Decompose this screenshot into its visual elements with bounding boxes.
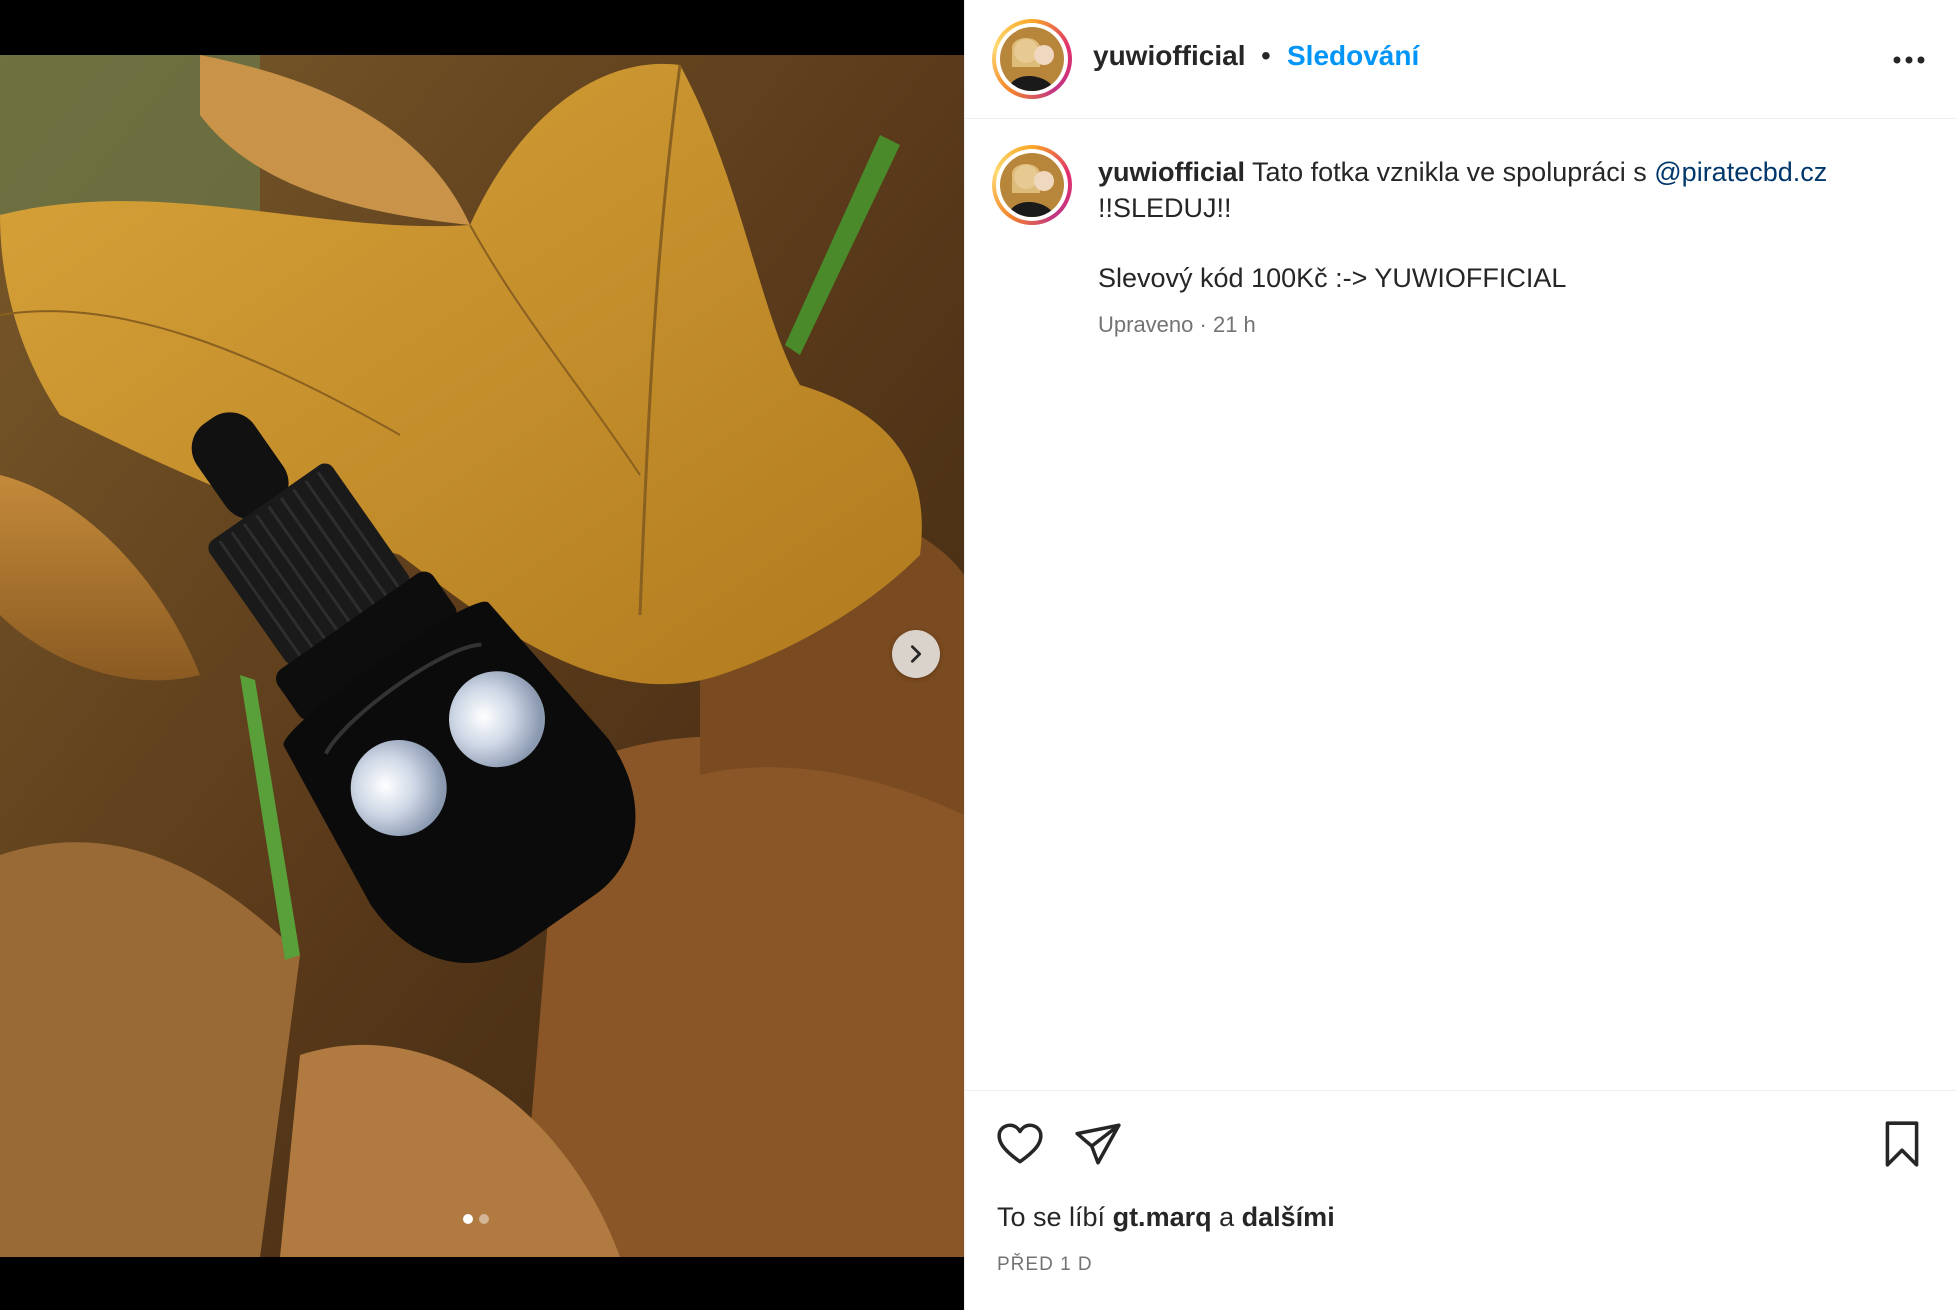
paper-plane-icon[interactable] <box>1073 1119 1123 1169</box>
caption-discount-line: Slevový kód 100Kč :-> YUWIOFFICIAL <box>1098 263 1567 293</box>
follow-button[interactable]: Sledování <box>1287 40 1419 72</box>
likes-summary: To se líbí gt.marq a dalšími <box>997 1202 1335 1233</box>
action-bar <box>965 1090 1957 1167</box>
avatar[interactable] <box>992 19 1072 99</box>
carousel-next-button[interactable] <box>892 630 940 678</box>
bookmark-icon[interactable] <box>1877 1119 1927 1169</box>
caption-body: Tato fotka vznikla ve spolupráci s <box>1252 157 1647 187</box>
heart-icon[interactable] <box>995 1119 1045 1169</box>
avatar-image <box>1000 27 1064 91</box>
post-media <box>0 0 964 1310</box>
caption-mention-link[interactable]: @piratecbd.cz <box>1654 157 1827 187</box>
more-horizontal-icon <box>1893 56 1925 64</box>
more-options-button[interactable] <box>1889 40 1929 80</box>
likes-others-link[interactable]: dalšími <box>1242 1202 1335 1232</box>
post-photo <box>0 55 964 1257</box>
post-modal: yuwiofficial • Sledování yuwiofficial Ta… <box>0 0 1957 1310</box>
carousel-indicator <box>463 1214 489 1224</box>
photo-autumn-leaves-skull-bottle <box>0 55 964 1257</box>
liker-username[interactable]: gt.marq <box>1113 1202 1212 1232</box>
post-sidebar: yuwiofficial • Sledování yuwiofficial Ta… <box>964 0 1957 1310</box>
header-separator: • <box>1261 40 1271 71</box>
caption-username[interactable]: yuwiofficial <box>1098 157 1245 187</box>
caption-line2: !!SLEDUJ!! <box>1098 193 1232 223</box>
caption-avatar[interactable] <box>992 145 1072 225</box>
carousel-dot <box>479 1214 489 1224</box>
post-age[interactable]: 21 h <box>1213 312 1256 337</box>
post-header: yuwiofficial • Sledování <box>965 0 1957 119</box>
meta-dot: · <box>1199 312 1207 337</box>
likes-conj: a <box>1219 1202 1235 1232</box>
chevron-right-icon <box>910 645 922 663</box>
header-username[interactable]: yuwiofficial <box>1093 40 1245 72</box>
caption-meta: Upraveno · 21 h <box>1098 312 1256 338</box>
post-timestamp[interactable]: PŘED 1 D <box>997 1254 1093 1276</box>
avatar-image <box>1000 153 1064 217</box>
edited-label: Upraveno <box>1098 312 1194 337</box>
carousel-dot-active <box>463 1214 473 1224</box>
likes-prefix: To se líbí <box>997 1202 1106 1232</box>
caption-text: yuwiofficial Tato fotka vznikla ve spolu… <box>1098 154 1918 226</box>
